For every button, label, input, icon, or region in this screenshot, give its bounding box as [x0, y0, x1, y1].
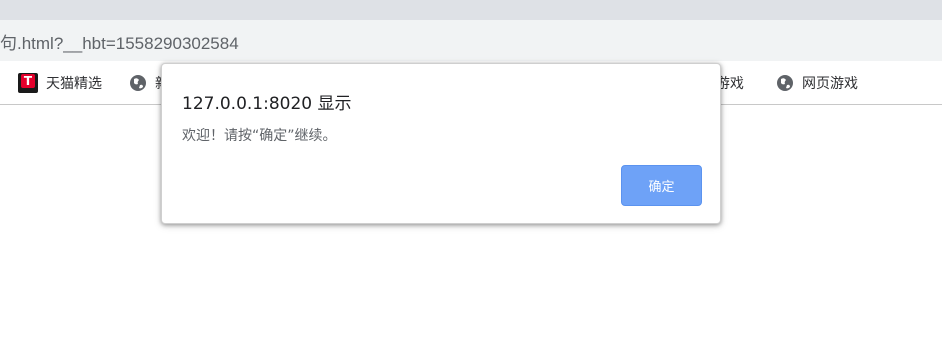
- dialog-title: 127.0.0.1:8020 显示: [182, 94, 352, 114]
- bookmark-label: 天猫精选: [46, 76, 102, 92]
- address-url[interactable]: 句.html?__hbt=1558290302584: [0, 29, 239, 54]
- alert-dialog: 127.0.0.1:8020 显示 欢迎！请按“确定”继续。 确定: [161, 63, 721, 224]
- browser-tab-strip: [0, 0, 942, 20]
- globe-icon: [777, 75, 793, 91]
- dialog-message: 欢迎！请按“确定”继续。: [182, 128, 337, 144]
- bookmark-label: 网页游戏: [802, 76, 858, 92]
- tmall-icon: [18, 73, 38, 93]
- bookmark-web-games[interactable]: 网页游戏: [776, 72, 858, 94]
- bookmark-tmall[interactable]: 天猫精选: [18, 72, 102, 94]
- address-bar[interactable]: 句.html?__hbt=1558290302584: [0, 20, 942, 61]
- globe-icon: [130, 75, 146, 91]
- ok-button[interactable]: 确定: [621, 165, 702, 206]
